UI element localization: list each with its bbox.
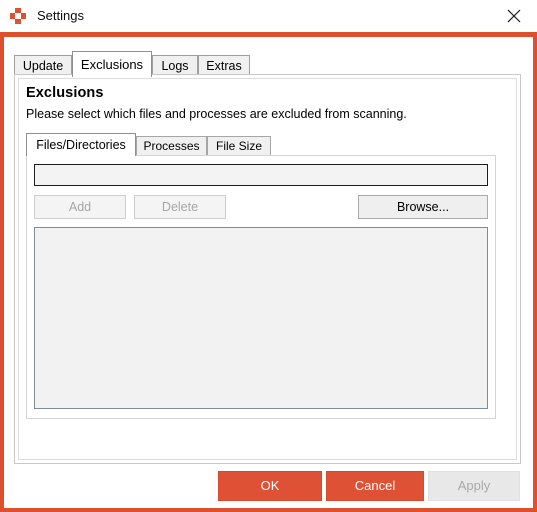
exclusion-list[interactable] [34,227,488,409]
inner-tab-strip: Files/Directories Processes File Size [26,133,496,156]
inner-tab-files-directories[interactable]: Files/Directories [26,133,136,156]
delete-button[interactable]: Delete [134,195,226,219]
section-heading: Exclusions [26,85,104,101]
apply-button[interactable]: Apply [428,471,520,501]
section-subtitle: Please select which files and processes … [26,107,407,121]
tab-update[interactable]: Update [14,55,72,76]
exclusion-path-input[interactable] [34,164,488,186]
settings-window: Settings Update Exclusions Logs Extras E… [0,0,537,512]
tab-exclusions[interactable]: Exclusions [72,51,152,77]
browse-button[interactable]: Browse... [358,195,488,219]
titlebar: Settings [0,0,537,32]
add-button[interactable]: Add [34,195,126,219]
window-title: Settings [37,8,84,23]
inner-tab-processes[interactable]: Processes [136,136,207,155]
close-button[interactable] [491,0,537,32]
tab-logs[interactable]: Logs [152,55,198,76]
cancel-button[interactable]: Cancel [326,471,424,501]
ok-button[interactable]: OK [218,471,322,501]
outer-tab-strip: Update Exclusions Logs Extras [14,51,521,77]
exclusion-action-buttons: Add Delete Browse... [34,195,488,219]
tab-extras[interactable]: Extras [198,55,250,76]
window-frame: Update Exclusions Logs Extras Exclusions… [0,32,537,512]
dialog-footer: OK Cancel Apply [14,471,521,503]
close-icon [507,9,521,23]
inner-tab-file-size[interactable]: File Size [207,136,271,155]
red-cross-shield-icon [10,8,26,24]
